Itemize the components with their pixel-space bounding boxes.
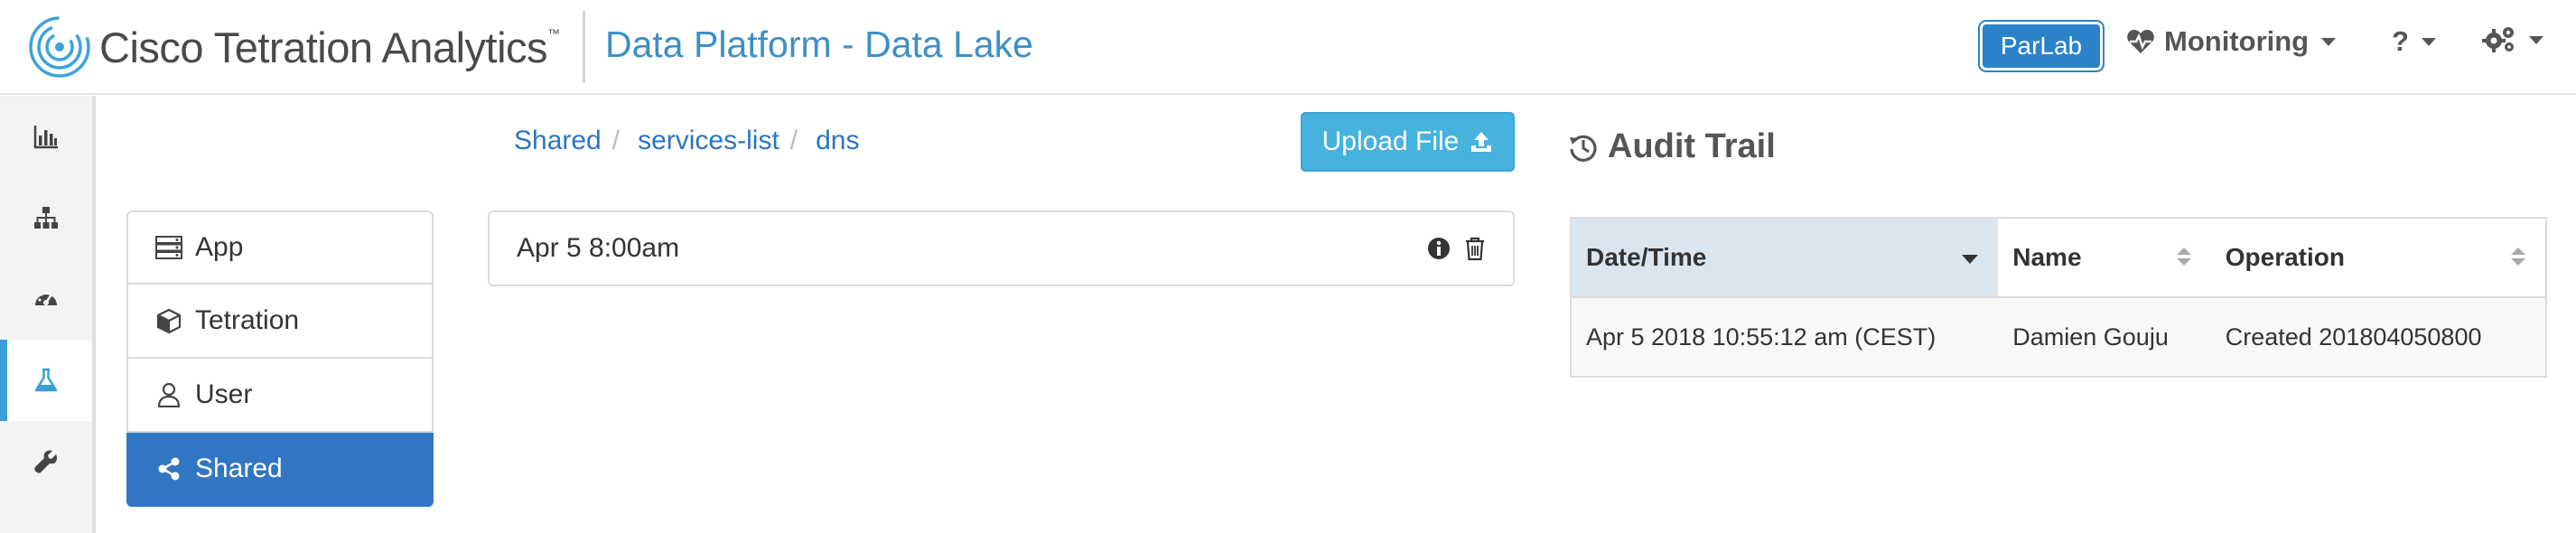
monitoring-label: Monitoring [2164,25,2310,57]
monitoring-menu[interactable]: Monitoring [2126,25,2337,58]
folder-label: User [195,379,253,409]
folder-item-shared[interactable]: Shared [126,433,434,507]
breadcrumb-item-shared[interactable]: Shared [514,126,602,156]
header-divider [583,11,585,83]
folder-item-tetration[interactable]: Tetration [126,285,434,359]
cell-datetime: Apr 5 2018 10:55:12 am (CEST) [1571,297,1999,377]
nav-data-platform[interactable] [0,340,92,421]
cisco-tetration-logo[interactable]: Cisco Tetration Analytics™ [27,14,560,79]
folder-item-user[interactable]: User [126,359,434,433]
file-list-item[interactable]: Apr 5 8:00am [488,210,1515,286]
folder-label: Shared [195,454,283,483]
breadcrumb-separator: / [789,126,798,155]
wrench-icon [34,450,58,473]
audit-trail-table: Date/Time Name Operation Apr 5 2018 10:5… [1570,217,2547,378]
column-header-operation[interactable]: Operation [2210,218,2546,298]
share-icon [158,457,180,481]
cube-icon [156,308,182,333]
folder-label: App [195,232,244,262]
audit-trail-heading: Audit Trail [1568,127,1776,166]
gears-icon [2482,27,2514,52]
chevron-down-icon [2421,37,2436,46]
nav-dashboard-charts[interactable] [0,96,92,177]
trash-icon[interactable] [1462,236,1488,261]
dashboard-icon [35,291,57,305]
help-label: ? [2392,25,2409,57]
left-nav-rail [0,96,96,533]
bar-chart-icon [33,126,58,149]
nav-applications[interactable] [0,177,92,258]
sort-icon [2177,248,2191,266]
column-header-datetime[interactable]: Date/Time [1571,218,1999,298]
folder-label: Tetration [195,305,300,335]
flask-icon [34,368,58,392]
cell-operation: Created 201804050800 [2210,297,2546,377]
upload-file-label: Upload File [1321,126,1460,156]
column-header-name[interactable]: Name [1998,218,2211,298]
cell-name: Damien Gouju [1998,297,2211,377]
nav-maintenance[interactable] [0,421,92,502]
history-icon [1570,135,1597,162]
chevron-down-icon [2321,37,2337,46]
chevron-down-icon [2529,35,2543,44]
audit-trail-title: Audit Trail [1608,127,1776,165]
user-icon [157,382,181,407]
tenant-button[interactable]: ParLab [1978,20,2105,72]
help-menu[interactable]: ? [2392,25,2436,58]
breadcrumb-item-services-list[interactable]: services-list [638,126,779,156]
app-name: Cisco Tetration Analytics [99,23,548,71]
upload-icon [1471,132,1492,152]
sitemap-icon [34,207,58,229]
file-name: Apr 5 8:00am [517,233,680,263]
table-header-row: Date/Time Name Operation [1571,218,2546,298]
tetration-logo-icon [29,16,90,78]
breadcrumb-separator: / [611,126,621,155]
heartbeat-icon [2127,30,2154,53]
settings-menu[interactable] [2482,25,2543,54]
trademark-symbol: ™ [547,25,560,41]
table-row[interactable]: Apr 5 2018 10:55:12 am (CEST) Damien Gou… [1571,297,2546,377]
folder-list: App Tetration User Shared [126,210,434,507]
info-icon[interactable] [1426,236,1451,261]
nav-monitoring-gauge[interactable] [0,258,92,340]
sort-icon [2511,248,2525,266]
sort-desc-icon [1962,255,1979,264]
folder-item-app[interactable]: App [126,210,434,285]
page-title: Data Platform - Data Lake [605,23,1033,65]
breadcrumb: Shared / services-list / dns [514,126,860,156]
top-header: Cisco Tetration Analytics™ Data Platform… [0,0,2576,95]
server-icon [155,236,182,259]
breadcrumb-item-dns[interactable]: dns [816,126,859,156]
upload-file-button[interactable]: Upload File [1301,112,1515,172]
